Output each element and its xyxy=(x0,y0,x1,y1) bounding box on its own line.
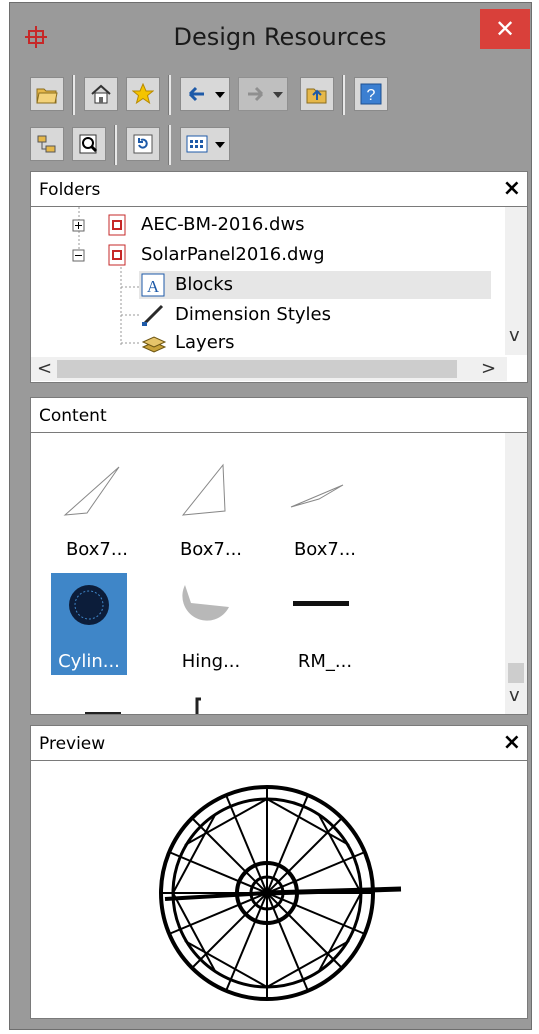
horizontal-scroll-thumb[interactable] xyxy=(57,360,457,378)
preview-pane-header: Preview × xyxy=(30,725,528,761)
chevron-down-icon xyxy=(215,92,225,98)
folders-vertical-scrollbar[interactable]: v xyxy=(505,207,527,355)
star-icon xyxy=(132,83,154,105)
favorites-button[interactable] xyxy=(126,77,160,111)
views-button[interactable] xyxy=(180,127,230,161)
drawing-file-icon xyxy=(108,214,126,236)
toolbar-separator xyxy=(168,125,171,165)
content-item[interactable]: Box7... xyxy=(161,461,261,571)
partial-thumbnails xyxy=(85,697,201,714)
vertical-scroll-thumb[interactable] xyxy=(508,663,524,683)
tree-view-icon xyxy=(37,135,56,153)
tree-item-label: Layers xyxy=(175,332,235,353)
folders-pane-title: Folders xyxy=(39,180,101,200)
refresh-button[interactable] xyxy=(126,127,160,161)
dimension-styles-icon xyxy=(142,304,164,326)
blocks-icon: A xyxy=(141,273,165,297)
folder-open-icon xyxy=(36,88,58,104)
folder-up-icon xyxy=(306,88,327,104)
tree-item-dimension-styles[interactable]: Dimension Styles xyxy=(139,301,491,329)
block-thumbnail xyxy=(63,466,120,516)
svg-text:?: ? xyxy=(367,87,376,104)
view-toolbar xyxy=(30,123,290,167)
forward-button[interactable] xyxy=(238,77,288,111)
preview-toggle-button[interactable] xyxy=(72,127,106,161)
cylinder-preview-drawing xyxy=(159,785,402,1001)
content-pane-header: Content xyxy=(30,397,528,433)
content-item-label: Box7... xyxy=(293,539,357,560)
load-button[interactable] xyxy=(30,77,64,111)
tree-item-label: Blocks xyxy=(175,274,234,295)
block-thumbnail xyxy=(290,484,344,508)
preview-area xyxy=(30,761,528,1019)
home-icon xyxy=(91,84,111,104)
content-pane-title: Content xyxy=(39,406,107,426)
content-item-label: Hing... xyxy=(181,651,241,672)
content-item[interactable]: Box7... xyxy=(47,461,147,571)
folders-close-button[interactable]: × xyxy=(503,176,521,201)
drawing-file-icon xyxy=(108,244,126,266)
up-button[interactable] xyxy=(300,77,334,111)
scroll-down-arrow[interactable]: v xyxy=(509,685,520,706)
preview-pane-title: Preview xyxy=(39,734,106,754)
folders-horizontal-scrollbar[interactable]: < > xyxy=(31,357,507,381)
content-item-label: RM_... xyxy=(297,651,353,672)
folders-pane-header: Folders × xyxy=(30,171,528,207)
refresh-icon xyxy=(133,134,153,154)
help-button[interactable]: ? xyxy=(354,77,388,111)
toolbar-separator xyxy=(168,75,171,115)
cylinder-thumbnail xyxy=(69,585,109,625)
design-resources-window: Design Resources ✕ ? Folders × AEC-BM-20… xyxy=(9,2,532,1030)
content-area[interactable]: Box7... Box7... Box7... Cylin... Hing...… xyxy=(30,433,528,715)
tree-item-blocks[interactable]: A Blocks xyxy=(139,271,491,299)
title-bar[interactable]: Design Resources ✕ xyxy=(10,3,531,67)
content-item-label: Cylin... xyxy=(58,651,120,672)
scroll-left-arrow[interactable]: < xyxy=(37,358,52,379)
back-arrow-icon xyxy=(188,86,204,102)
toolbar-separator xyxy=(342,75,345,115)
tree-item-aec-bm[interactable]: AEC-BM-2016.dws xyxy=(105,211,495,239)
toolbar-separator xyxy=(72,75,75,115)
window-title: Design Resources xyxy=(173,23,387,51)
scroll-down-arrow[interactable]: v xyxy=(509,325,520,346)
content-item-label: Box7... xyxy=(179,539,243,560)
svg-text:A: A xyxy=(147,277,160,296)
content-item-selected[interactable]: Cylin... xyxy=(47,573,147,683)
tree-item-label: Dimension Styles xyxy=(175,304,331,325)
design-center-icon xyxy=(25,26,47,48)
magnifier-page-icon xyxy=(79,134,98,154)
content-item[interactable]: Hing... xyxy=(161,573,261,683)
content-item[interactable]: Box7... xyxy=(275,461,375,571)
grid-view-icon xyxy=(186,135,208,153)
block-thumbnail xyxy=(181,463,226,516)
home-button[interactable] xyxy=(84,77,118,111)
chevron-down-icon xyxy=(273,92,283,98)
content-item[interactable]: RM_... xyxy=(275,573,375,683)
main-toolbar: ? xyxy=(30,73,450,117)
tree-item-label: SolarPanel2016.dwg xyxy=(141,244,325,265)
scroll-right-arrow[interactable]: > xyxy=(481,358,496,379)
toolbar-separator xyxy=(114,125,117,165)
hinge-thumbnail xyxy=(182,585,229,621)
chevron-down-icon xyxy=(215,142,225,148)
tree-toggle-button[interactable] xyxy=(30,127,64,161)
help-icon: ? xyxy=(360,83,382,105)
forward-arrow-icon xyxy=(248,86,264,102)
rm-thumbnail xyxy=(293,601,349,606)
tree-item-label: AEC-BM-2016.dws xyxy=(141,214,305,235)
back-button[interactable] xyxy=(180,77,230,111)
tree-item-layers[interactable]: Layers xyxy=(139,329,491,357)
content-vertical-scrollbar[interactable]: v xyxy=(505,433,527,714)
content-item-label: Box7... xyxy=(65,539,129,560)
close-window-button[interactable]: ✕ xyxy=(480,9,530,49)
preview-close-button[interactable]: × xyxy=(503,730,521,755)
folders-tree[interactable]: AEC-BM-2016.dws SolarPanel2016.dwg A Blo… xyxy=(30,207,528,383)
layers-icon xyxy=(141,336,167,353)
tree-item-solarpanel[interactable]: SolarPanel2016.dwg xyxy=(105,241,495,269)
